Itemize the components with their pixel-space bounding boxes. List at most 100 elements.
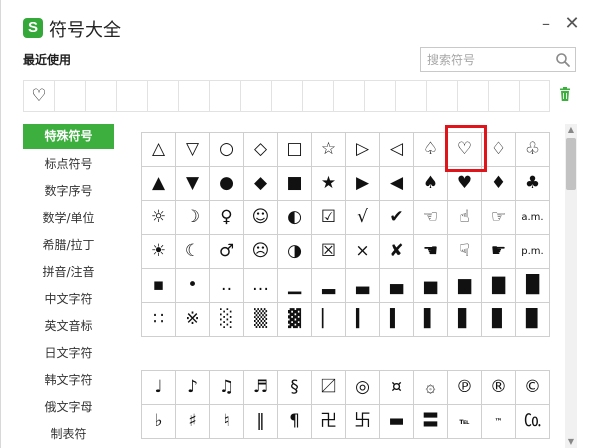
symbol-cell[interactable]: ▒ [244,303,278,337]
symbol-cell[interactable]: ◑ [278,235,312,269]
symbol-cell[interactable]: ※ [176,303,210,337]
sidebar-category-item[interactable]: 数字序号 [23,178,114,205]
symbol-cell[interactable]: ㏇ [516,405,550,439]
symbol-cell[interactable]: ℗ [448,371,482,405]
symbol-cell[interactable]: ∷ [142,303,176,337]
symbol-cell[interactable]: ♦ [482,167,516,201]
search-icon[interactable] [555,52,571,68]
symbol-cell[interactable]: ◀ [380,167,414,201]
symbol-cell[interactable]: © [516,371,550,405]
symbol-cell[interactable]: • [176,269,210,303]
recent-symbol-cell[interactable] [458,81,489,111]
symbol-cell[interactable]: ☆ [312,133,346,167]
symbol-cell[interactable]: ☾ [176,235,210,269]
sidebar-category-item[interactable]: 希腊/拉丁 [23,232,114,259]
symbol-cell[interactable]: ■ [278,167,312,201]
search-input[interactable] [421,48,553,71]
recent-symbol-cell[interactable] [148,81,179,111]
recent-symbol-cell[interactable] [334,81,365,111]
symbol-cell[interactable]: § [278,371,312,405]
symbol-cell[interactable]: ▃ [346,269,380,303]
symbol-cell[interactable]: ☝ [448,201,482,235]
symbol-cell[interactable]: ▊ [482,303,516,337]
trash-icon[interactable] [557,86,573,102]
symbol-cell[interactable]: ◇ [244,133,278,167]
symbol-cell[interactable]: ★ [312,167,346,201]
sidebar-category-item[interactable]: 日文字符 [23,340,114,367]
symbol-cell[interactable]: ▷ [346,133,380,167]
symbol-cell[interactable]: 卐 [346,405,380,439]
recent-symbol-cell[interactable] [55,81,86,111]
symbol-cell[interactable]: ☟ [448,235,482,269]
recent-symbol-cell[interactable] [303,81,334,111]
recent-symbol-cell[interactable] [179,81,210,111]
symbol-cell[interactable]: ♀ [210,201,244,235]
symbol-cell[interactable]: ☀ [142,235,176,269]
symbol-cell[interactable]: □ [278,133,312,167]
symbol-cell[interactable]: ✘ [380,235,414,269]
symbol-cell[interactable]: ▅ [414,269,448,303]
symbol-cell[interactable]: ▌ [414,303,448,337]
symbol-cell[interactable]: ♭ [142,405,176,439]
symbol-cell[interactable]: ® [482,371,516,405]
symbol-cell[interactable]: ▆ [448,269,482,303]
symbol-cell[interactable]: ☜ [414,201,448,235]
symbol-cell[interactable]: ℡ [448,405,482,439]
symbol-cell[interactable]: √ [346,201,380,235]
symbol-cell[interactable]: ▬ [380,405,414,439]
symbol-cell[interactable]: ▪ [142,269,176,303]
symbol-cell[interactable]: ♤ [414,133,448,167]
symbol-cell[interactable]: ‥ [210,269,244,303]
symbol-cell[interactable]: ○ [210,133,244,167]
close-button[interactable]: ✕ [563,15,581,33]
recent-symbol-cell[interactable] [365,81,396,111]
symbol-cell[interactable]: ¶ [278,405,312,439]
sidebar-category-item[interactable]: 拼音/注音 [23,259,114,286]
minimize-button[interactable]: – [537,15,555,33]
symbol-cell[interactable]: ◁ [380,133,414,167]
symbol-cell[interactable]: △ [142,133,176,167]
symbol-cell[interactable]: ☺ [244,201,278,235]
symbol-cell[interactable]: ♂ [210,235,244,269]
symbol-cell[interactable]: ▎ [346,303,380,337]
symbol-cell[interactable]: 〼 [312,371,346,405]
symbol-cell[interactable]: ▲ [142,167,176,201]
symbol-cell[interactable]: ▶ [346,167,380,201]
symbol-cell[interactable]: ♬ [244,371,278,405]
symbol-cell[interactable]: ▓ [278,303,312,337]
recent-symbol-cell[interactable] [241,81,272,111]
symbol-cell[interactable]: ♧ [516,133,550,167]
sidebar-category-item[interactable]: 英文音标 [23,313,114,340]
symbol-cell[interactable]: ☚ [414,235,448,269]
symbol-cell[interactable]: ▇ [482,269,516,303]
symbol-cell[interactable]: █ [516,269,550,303]
symbol-cell[interactable]: ☛ [482,235,516,269]
symbol-cell[interactable]: ¤ [380,371,414,405]
symbol-cell[interactable]: ▋ [448,303,482,337]
symbol-cell[interactable]: ▁ [278,269,312,303]
symbol-cell[interactable]: ☞ [482,201,516,235]
symbol-cell[interactable]: ♡ [448,133,482,167]
recent-symbol-cell[interactable] [210,81,241,111]
symbol-cell[interactable]: ♯ [176,405,210,439]
symbol-cell[interactable]: ▼ [176,167,210,201]
symbol-cell[interactable]: ☹ [244,235,278,269]
symbol-cell[interactable]: ▄ [380,269,414,303]
symbol-cell[interactable]: ▍ [380,303,414,337]
symbol-cell[interactable]: ☼ [142,201,176,235]
sidebar-category-item[interactable]: 俄文字母 [23,394,114,421]
scrollbar-thumb[interactable] [566,138,576,190]
symbol-cell[interactable]: ▽ [176,133,210,167]
symbol-cell[interactable]: ◎ [346,371,380,405]
symbol-cell[interactable]: ▉ [516,303,550,337]
symbol-cell[interactable]: ☒ [312,235,346,269]
recent-symbol-cell[interactable] [520,81,549,111]
recent-symbol-cell[interactable] [272,81,303,111]
recent-symbol-cell[interactable] [117,81,148,111]
symbol-cell[interactable]: ™ [482,405,516,439]
sidebar-category-item[interactable]: 数学/单位 [23,205,114,232]
symbol-cell[interactable]: ▂ [312,269,346,303]
symbol-cell[interactable]: p.m. [516,235,550,269]
recent-symbol-cell[interactable] [489,81,520,111]
symbol-cell[interactable]: ✔ [380,201,414,235]
